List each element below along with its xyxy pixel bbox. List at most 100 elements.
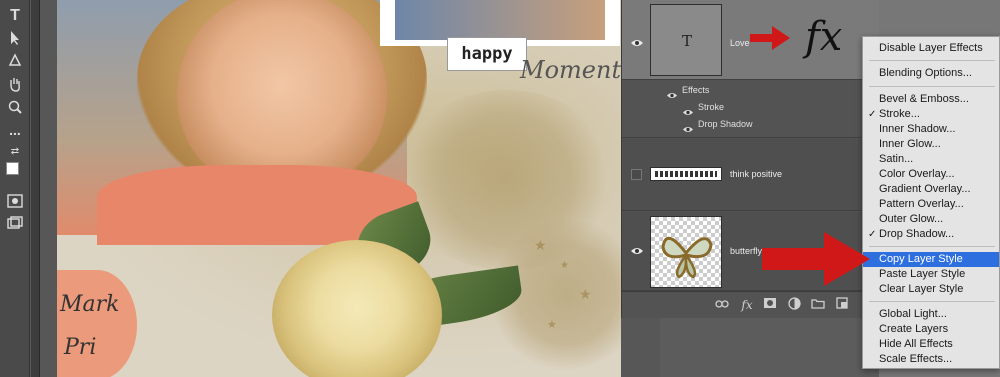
eye-icon[interactable] (666, 87, 678, 98)
menu-item-pattern-overlay[interactable]: Pattern Overlay... (863, 197, 999, 212)
photoshop-window: T ... ⇄ ★ ★ ★ ★ happy Moment Mark Pri T … (0, 0, 1000, 377)
polaroid-photo (395, 0, 605, 40)
menu-item-hide-all-effects[interactable]: Hide All Effects (863, 337, 999, 352)
menu-item-bevel-emboss[interactable]: Bevel & Emboss... (863, 92, 999, 107)
annotation-arrow-large (762, 232, 870, 286)
menu-item-drop-shadow[interactable]: ✓ Drop Shadow... (863, 227, 999, 242)
adjustment-icon[interactable] (786, 297, 802, 313)
star-embellishment: ★ (547, 319, 557, 331)
menu-item-label: Paste Layer Style (879, 268, 966, 280)
menu-item-label: Global Light... (879, 308, 947, 320)
quick-mask-icon[interactable] (4, 192, 26, 212)
fx-badge[interactable]: fx (805, 14, 842, 60)
tools-panel: T ... ⇄ (0, 0, 30, 377)
menu-item-label: Drop Shadow... (879, 228, 955, 240)
eye-icon[interactable] (682, 121, 694, 132)
annotation-arrow-small (750, 26, 790, 50)
menu-item-clear-layer-style[interactable]: Clear Layer Style (863, 282, 999, 297)
color-swatch[interactable] (4, 160, 26, 188)
menu-separator (869, 86, 995, 87)
layer-thumbnail[interactable] (650, 216, 722, 288)
menu-item-create-layers[interactable]: Create Layers (863, 322, 999, 337)
link-icon[interactable] (714, 297, 730, 313)
layer-thumbnail[interactable]: T (650, 4, 722, 76)
menu-item-outer-glow[interactable]: Outer Glow... (863, 212, 999, 227)
layer-style-context-menu: Disable Layer Effects Blending Options..… (862, 36, 1000, 369)
menu-item-label: Bevel & Emboss... (879, 93, 969, 105)
menu-item-scale-effects[interactable]: Scale Effects... (863, 352, 999, 367)
menu-item-label: Pattern Overlay... (879, 198, 964, 210)
menu-item-label: Color Overlay... (879, 168, 955, 180)
path-select-icon[interactable] (4, 28, 26, 48)
star-embellishment: ★ (560, 260, 569, 271)
menu-item-inner-glow[interactable]: Inner Glow... (863, 137, 999, 152)
butterfly-icon (661, 236, 713, 279)
effects-label[interactable]: Effects (682, 85, 709, 95)
vertical-ruler (31, 0, 40, 377)
menu-item-label: Hide All Effects (879, 338, 953, 350)
checkmark-icon: ✓ (868, 109, 877, 120)
type-layer-glyph: T (681, 32, 692, 50)
eye-icon[interactable] (682, 104, 694, 115)
more-icon[interactable]: ... (4, 120, 26, 140)
star-embellishment: ★ (579, 286, 592, 302)
menu-separator (869, 301, 995, 302)
menu-item-satin[interactable]: Satin... (863, 152, 999, 167)
effects-list: Effects Stroke Drop Shadow (622, 80, 880, 138)
fx-icon[interactable]: fx (739, 297, 755, 313)
menu-item-label: Clear Layer Style (879, 283, 964, 295)
menu-item-paste-layer-style[interactable]: Paste Layer Style (863, 267, 999, 282)
mask-icon[interactable] (762, 297, 778, 313)
heart-embellishment (57, 270, 137, 377)
new-layer-icon[interactable] (834, 297, 850, 313)
rose-embellishment (272, 240, 442, 377)
zoom-icon[interactable] (4, 97, 26, 117)
eye-icon[interactable] (630, 38, 644, 52)
menu-item-gradient-overlay[interactable]: Gradient Overlay... (863, 182, 999, 197)
menu-item-label: Gradient Overlay... (879, 183, 971, 195)
menu-item-disable-layer-effects[interactable]: Disable Layer Effects (863, 41, 999, 56)
thumbnail-text-preview (655, 171, 717, 177)
menu-item-label: Disable Layer Effects (879, 42, 983, 54)
menu-separator (869, 246, 995, 247)
layer-thumbnail[interactable] (650, 167, 722, 181)
menu-item-label: Stroke... (879, 108, 920, 120)
foreground-color[interactable] (6, 162, 19, 175)
menu-item-color-overlay[interactable]: Color Overlay... (863, 167, 999, 182)
visibility-toggle[interactable] (631, 169, 642, 180)
menu-item-label: Inner Shadow... (879, 123, 956, 135)
menu-item-label: Outer Glow... (879, 213, 944, 225)
layer-name[interactable]: Love (730, 38, 750, 48)
menu-item-blending-options[interactable]: Blending Options... (863, 66, 999, 81)
menu-item-stroke[interactable]: ✓ Stroke... (863, 107, 999, 122)
menu-separator (869, 60, 995, 61)
swap-colors-icon[interactable]: ⇄ (4, 142, 26, 162)
happy-tag: happy (447, 37, 527, 71)
menu-item-copy-layer-style[interactable]: Copy Layer Style (863, 252, 999, 267)
type-tool-icon[interactable]: T (4, 6, 26, 26)
star-embellishment: ★ (534, 237, 547, 253)
folder-icon[interactable] (810, 297, 826, 313)
menu-item-inner-shadow[interactable]: Inner Shadow... (863, 122, 999, 137)
hand-icon[interactable] (4, 74, 26, 94)
menu-item-label: Inner Glow... (879, 138, 941, 150)
effect-stroke[interactable]: Stroke (698, 102, 724, 112)
screen-mode-icon[interactable] (4, 214, 26, 234)
portrait-photo (57, 0, 427, 245)
menu-item-label: Satin... (879, 153, 914, 165)
layer-name[interactable]: butterfly (730, 246, 762, 256)
menu-item-global-light[interactable]: Global Light... (863, 307, 999, 322)
heart-text-line2: Pri (64, 335, 97, 360)
layer-row-think-positive[interactable]: think positive (622, 139, 880, 211)
menu-item-label: Copy Layer Style (879, 253, 963, 265)
moment-text: Moment (520, 56, 622, 84)
menu-item-label: Blending Options... (879, 67, 972, 79)
eye-icon[interactable] (630, 246, 644, 260)
layers-panel-footer: fx (622, 291, 880, 318)
layer-name[interactable]: think positive (730, 169, 782, 179)
menu-item-label: Scale Effects... (879, 353, 953, 365)
effect-drop-shadow[interactable]: Drop Shadow (698, 119, 753, 129)
heart-text-line1: Mark (60, 292, 120, 317)
shape-icon[interactable] (4, 50, 26, 70)
menu-item-label: Create Layers (879, 323, 949, 335)
